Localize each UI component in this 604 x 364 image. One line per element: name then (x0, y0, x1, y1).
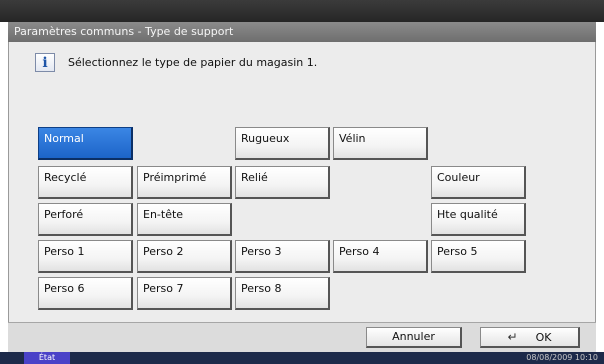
paper-type-perso-4-button[interactable]: Perso 4 (333, 240, 428, 273)
top-bar (0, 0, 604, 22)
ok-label: OK (535, 331, 552, 344)
paper-type-perso-5-button[interactable]: Perso 5 (431, 240, 526, 273)
paper-type-perso-3-button[interactable]: Perso 3 (235, 240, 330, 273)
paper-type-relie-button[interactable]: Relié (235, 166, 330, 199)
paper-type-normal-button[interactable]: Normal (38, 127, 133, 160)
paper-type-preimprime-button[interactable]: Préimprimé (137, 166, 232, 199)
paper-type-en-tete-button[interactable]: En-tête (137, 203, 232, 236)
paper-type-hte-qualite-button[interactable]: Hte qualité (431, 203, 526, 236)
paper-type-perso-2-button[interactable]: Perso 2 (137, 240, 232, 273)
status-bar (0, 352, 604, 364)
dialog-title: Paramètres communs - Type de support (8, 22, 596, 42)
status-datetime: 08/08/2009 10:10 (526, 353, 598, 362)
ok-button[interactable]: ↵ OK (480, 327, 580, 348)
enter-key-icon: ↵ (507, 330, 518, 344)
paper-type-perso-7-button[interactable]: Perso 7 (137, 277, 232, 310)
paper-type-perso-8-button[interactable]: Perso 8 (235, 277, 330, 310)
info-icon: i (35, 53, 55, 72)
paper-type-recycle-button[interactable]: Recyclé (38, 166, 133, 199)
instruction-message: Sélectionnez le type de papier du magasi… (68, 56, 318, 69)
cancel-button[interactable]: Annuler (366, 327, 462, 348)
paper-type-perfore-button[interactable]: Perforé (38, 203, 133, 236)
paper-type-rugueux-button[interactable]: Rugueux (235, 127, 330, 160)
paper-type-velin-button[interactable]: Vélin (333, 127, 428, 160)
paper-type-perso-1-button[interactable]: Perso 1 (38, 240, 133, 273)
paper-type-couleur-button[interactable]: Couleur (431, 166, 526, 199)
paper-type-perso-6-button[interactable]: Perso 6 (38, 277, 133, 310)
status-state-button[interactable]: État (24, 352, 70, 364)
